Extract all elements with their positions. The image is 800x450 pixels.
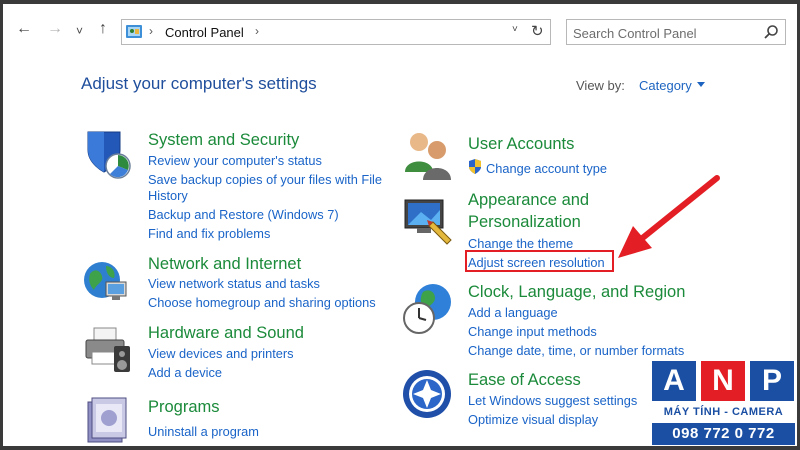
view-by-label: View by:	[576, 78, 625, 93]
address-dropdown-button[interactable]: ˅	[512, 24, 518, 35]
ease-of-access-icon[interactable]	[401, 368, 455, 422]
search-input[interactable]	[571, 22, 755, 44]
refresh-button[interactable]: ↻	[531, 22, 544, 40]
forward-button[interactable]: →	[47, 20, 63, 38]
logo-phone: 098 772 0 772	[652, 423, 795, 445]
category-clock-language-region[interactable]: Clock, Language, and Region	[468, 282, 685, 303]
link-save-backup-copies[interactable]: Save backup copies of your files with Fi…	[148, 171, 382, 188]
uac-shield-icon	[469, 159, 481, 174]
view-by-dropdown[interactable]: Category	[639, 78, 692, 93]
link-backup-restore[interactable]: Backup and Restore (Windows 7)	[148, 206, 339, 223]
category-ease-of-access[interactable]: Ease of Access	[468, 370, 581, 391]
link-save-backup-copies-line2[interactable]: History	[148, 187, 188, 204]
annotation-arrow-icon	[618, 175, 720, 258]
link-view-devices-printers[interactable]: View devices and printers	[148, 345, 294, 362]
link-change-account-type[interactable]: Change account type	[486, 160, 607, 177]
category-appearance-personalization[interactable]: Appearance and	[468, 190, 589, 211]
link-view-network-status[interactable]: View network status and tasks	[148, 275, 320, 292]
chevron-down-icon[interactable]	[697, 82, 705, 87]
link-find-fix-problems[interactable]: Find and fix problems	[148, 225, 270, 242]
up-button[interactable]: ↑	[99, 20, 107, 38]
logo-subtitle: MÁY TÍNH - CAMERA	[663, 406, 784, 418]
navigation-bar: ← → ˅ ↑ › Control Panel › ˅ ↻	[0, 4, 800, 54]
link-uninstall-program[interactable]: Uninstall a program	[148, 423, 259, 440]
search-box[interactable]	[566, 19, 786, 45]
window-frame-left	[0, 0, 3, 450]
breadcrumb-separator-end[interactable]: ›	[255, 24, 259, 38]
category-hardware-sound[interactable]: Hardware and Sound	[148, 323, 304, 344]
highlight-box	[465, 250, 614, 272]
recent-locations-button[interactable]: ˅	[76, 22, 83, 40]
link-optimize-visual-display[interactable]: Optimize visual display	[468, 411, 598, 428]
category-system-security[interactable]: System and Security	[148, 130, 299, 151]
link-windows-suggest-settings[interactable]: Let Windows suggest settings	[468, 392, 637, 409]
category-appearance-personalization-line2[interactable]: Personalization	[468, 212, 581, 233]
category-programs[interactable]: Programs	[148, 397, 220, 418]
logo-letter-a: A	[652, 361, 696, 401]
logo-letter-n: N	[701, 361, 745, 401]
back-button[interactable]: ←	[16, 20, 32, 38]
link-add-device[interactable]: Add a device	[148, 364, 222, 381]
network-globe-icon[interactable]	[80, 256, 134, 310]
link-homegroup-sharing[interactable]: Choose homegroup and sharing options	[148, 294, 376, 311]
link-add-language[interactable]: Add a language	[468, 304, 558, 321]
search-icon[interactable]	[763, 24, 779, 40]
programs-box-icon[interactable]	[80, 392, 134, 446]
breadcrumb-separator: ›	[149, 24, 153, 38]
link-change-input-methods[interactable]: Change input methods	[468, 323, 597, 340]
window-frame-bottom	[0, 446, 800, 450]
link-change-date-time-formats[interactable]: Change date, time, or number formats	[468, 342, 684, 359]
page-title: Adjust your computer's settings	[81, 74, 317, 93]
anp-logo: A N P MÁY TÍNH - CAMERA 098 772 0 772	[652, 361, 795, 445]
printer-speaker-icon[interactable]	[80, 322, 134, 376]
control-panel-icon	[126, 25, 142, 38]
logo-letter-p: P	[750, 361, 794, 401]
link-review-computer-status[interactable]: Review your computer's status	[148, 152, 322, 169]
clock-globe-icon[interactable]	[401, 282, 455, 336]
user-accounts-icon[interactable]	[401, 128, 455, 182]
address-box[interactable]: › Control Panel ›	[121, 19, 551, 45]
shield-icon[interactable]	[80, 128, 134, 182]
category-network-internet[interactable]: Network and Internet	[148, 254, 301, 275]
breadcrumb-control-panel[interactable]: Control Panel	[165, 25, 244, 40]
appearance-monitor-icon[interactable]	[401, 192, 455, 246]
category-user-accounts[interactable]: User Accounts	[468, 134, 574, 155]
